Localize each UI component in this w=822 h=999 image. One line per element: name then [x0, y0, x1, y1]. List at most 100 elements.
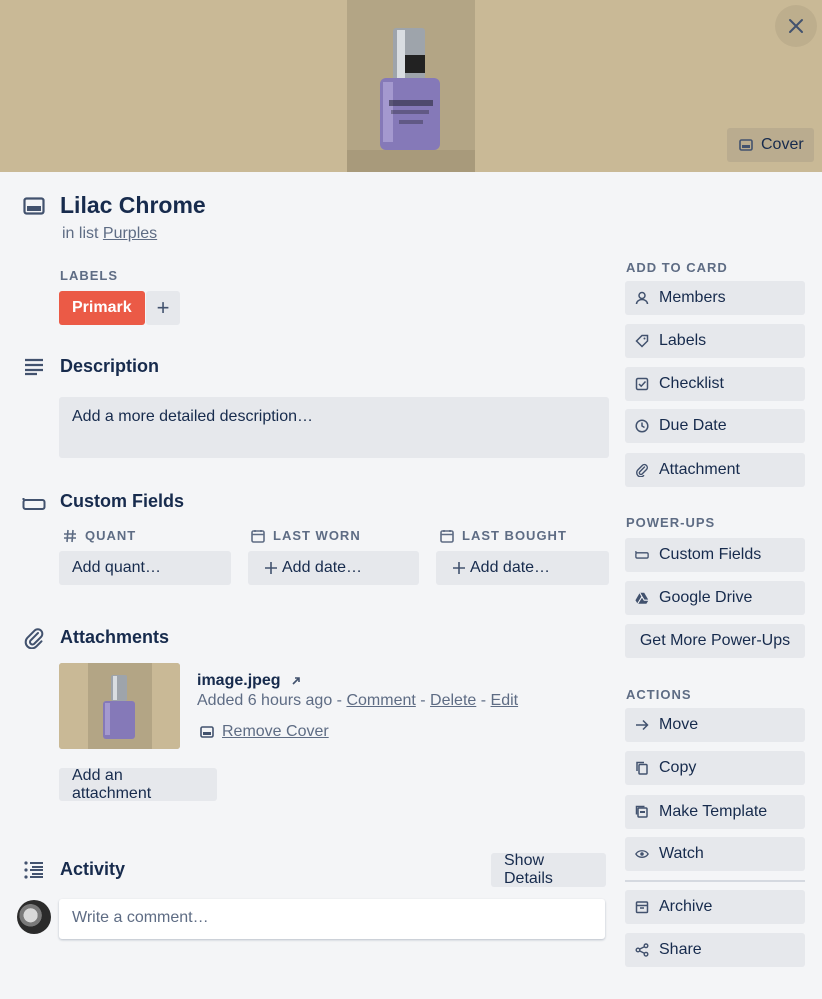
card-title[interactable]: Lilac Chrome	[60, 192, 206, 219]
attachment-meta: Added 6 hours ago - Comment - Delete - E…	[197, 692, 518, 710]
members-label: Members	[659, 289, 726, 306]
paperclip-icon	[20, 626, 48, 650]
google-drive-button[interactable]: Google Drive	[625, 581, 805, 615]
copy-icon	[635, 761, 649, 775]
description-input[interactable]: Add a more detailed description…	[59, 397, 609, 458]
add-attachment-button[interactable]: Add an attachment	[59, 767, 217, 802]
label-primark[interactable]: Primark	[59, 291, 145, 325]
attachment-label: Attachment	[659, 461, 740, 478]
calendar-icon	[251, 529, 265, 543]
copy-label: Copy	[659, 759, 697, 776]
close-button[interactable]	[775, 5, 817, 47]
nail-polish-photo	[59, 663, 180, 749]
add-quant-button[interactable]: Add quant…	[59, 551, 231, 585]
cover-button[interactable]: Cover	[727, 128, 814, 162]
move-label: Move	[659, 716, 699, 733]
attachment-thumbnail[interactable]	[59, 663, 180, 749]
get-more-power-ups-label: Get More Power-Ups	[639, 632, 791, 649]
power-ups-heading: POWER-UPS	[626, 515, 716, 530]
nail-polish-photo	[347, 0, 475, 172]
remove-cover-link[interactable]: Remove Cover	[200, 723, 329, 741]
card-icon	[20, 194, 48, 218]
attachment-comment-link[interactable]: Comment	[346, 692, 415, 709]
share-icon	[635, 943, 649, 957]
list-link[interactable]: Purples	[103, 225, 157, 242]
custom-fields-heading: Custom Fields	[60, 491, 185, 511]
move-button[interactable]: Move	[625, 708, 805, 742]
archive-button[interactable]: Archive	[625, 890, 805, 924]
sidebar-divider	[625, 880, 805, 882]
attachment-added: Added 6 hours ago	[197, 692, 333, 709]
archive-label: Archive	[659, 898, 713, 915]
person-icon	[635, 291, 649, 305]
attachment-button[interactable]: Attachment	[625, 453, 805, 487]
add-label-button[interactable]: +	[146, 291, 180, 325]
labels-button[interactable]: Labels	[625, 324, 805, 358]
google-drive-label: Google Drive	[659, 589, 753, 606]
google-drive-icon	[635, 591, 649, 605]
share-button[interactable]: Share	[625, 933, 805, 967]
checkbox-icon	[635, 377, 649, 391]
add-last-worn-button[interactable]: Add date…	[248, 551, 419, 585]
make-template-label: Make Template	[659, 803, 768, 820]
calendar-icon	[440, 529, 454, 543]
separator: -	[336, 692, 342, 709]
separator: -	[480, 692, 487, 709]
template-icon	[635, 805, 649, 819]
close-icon	[789, 19, 803, 33]
attachment-name[interactable]: image.jpeg	[197, 672, 301, 690]
get-more-power-ups-button[interactable]: Get More Power-Ups	[625, 624, 805, 658]
watch-button[interactable]: Watch	[625, 837, 805, 871]
attachment-delete-link[interactable]: Delete	[430, 692, 476, 709]
arrow-right-icon	[635, 718, 649, 732]
field-last-worn-heading: LAST WORN	[251, 528, 361, 543]
custom-fields-icon	[20, 492, 48, 516]
field-last-bought-heading: LAST BOUGHT	[440, 528, 567, 543]
activity-icon	[20, 858, 48, 882]
watch-label: Watch	[659, 845, 704, 862]
labels-label: Labels	[659, 332, 707, 349]
show-details-button[interactable]: Show Details	[491, 852, 606, 887]
custom-fields-label: Custom Fields	[659, 546, 762, 563]
plus-icon	[264, 561, 278, 575]
plus-icon	[452, 561, 466, 575]
field-last-bought-label: LAST BOUGHT	[462, 528, 567, 543]
checklist-button[interactable]: Checklist	[625, 367, 805, 401]
attachment-file-name: image.jpeg	[197, 672, 281, 689]
tag-icon	[635, 334, 649, 348]
custom-fields-button[interactable]: Custom Fields	[625, 538, 805, 572]
labels-heading: LABELS	[60, 268, 118, 283]
description-heading: Description	[60, 356, 160, 376]
field-quant-label: QUANT	[85, 528, 137, 543]
due-date-button[interactable]: Due Date	[625, 409, 805, 443]
share-label: Share	[659, 941, 702, 958]
in-list-prefix: in list	[62, 225, 99, 242]
card-icon	[200, 726, 214, 738]
comment-input[interactable]: Write a comment…	[59, 899, 605, 939]
cover-image	[347, 0, 475, 172]
clock-icon	[635, 419, 649, 433]
separator: -	[420, 692, 426, 709]
activity-heading: Activity	[60, 859, 126, 879]
make-template-button[interactable]: Make Template	[625, 795, 805, 829]
plus-icon: +	[156, 295, 170, 320]
paperclip-icon	[635, 463, 649, 477]
members-button[interactable]: Members	[625, 281, 805, 315]
checklist-label: Checklist	[659, 375, 724, 392]
external-link-icon[interactable]	[291, 676, 301, 686]
add-last-worn-label: Add date…	[282, 559, 363, 576]
hash-icon	[63, 529, 77, 543]
actions-heading: ACTIONS	[626, 687, 692, 702]
list-reference: in list Purples	[62, 225, 157, 243]
card-icon	[739, 139, 753, 151]
custom-fields-icon	[635, 548, 649, 562]
attachments-heading: Attachments	[60, 627, 170, 647]
copy-button[interactable]: Copy	[625, 751, 805, 785]
avatar[interactable]	[17, 900, 51, 934]
add-quant-label: Add quant…	[72, 559, 161, 576]
remove-cover-label: Remove Cover	[222, 723, 329, 740]
description-icon	[20, 355, 48, 379]
add-last-bought-button[interactable]: Add date…	[436, 551, 609, 585]
attachment-edit-link[interactable]: Edit	[491, 692, 519, 709]
add-to-card-heading: ADD TO CARD	[626, 260, 728, 275]
